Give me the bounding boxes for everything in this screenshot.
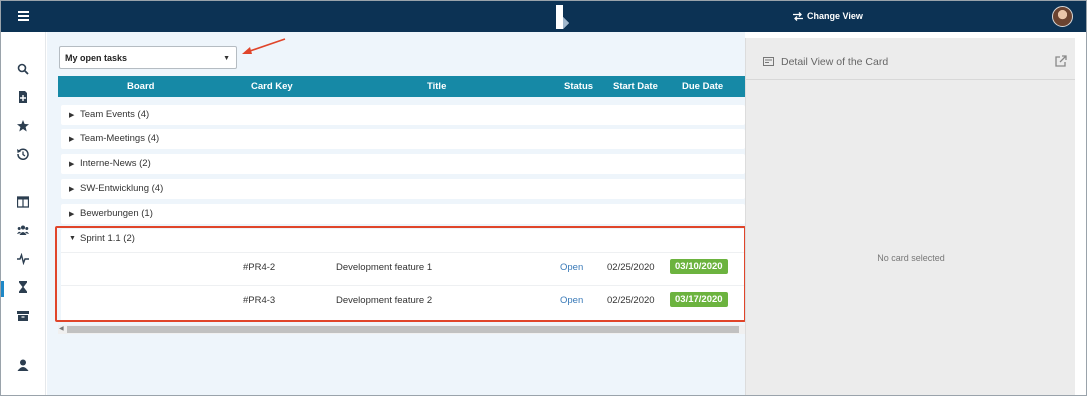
scrollbar-thumb[interactable] xyxy=(67,326,739,333)
col-start-date[interactable]: Start Date xyxy=(613,81,658,92)
group-row[interactable]: ▶ Interne-News (2) xyxy=(61,154,745,174)
highlight-box xyxy=(55,226,746,322)
group-row[interactable]: ▶ Bewerbungen (1) xyxy=(61,204,745,224)
window-edge xyxy=(1075,32,1086,395)
app-logo xyxy=(556,5,569,29)
col-board[interactable]: Board xyxy=(127,81,154,92)
task-filter-select[interactable]: My open tasks ▼ xyxy=(59,46,237,69)
horizontal-scrollbar[interactable]: ◀ xyxy=(58,325,745,334)
expand-icon: ▶ xyxy=(69,186,75,193)
main-panel: My open tasks ▼ Board Card Key Title Sta… xyxy=(47,32,746,395)
col-card-key[interactable]: Card Key xyxy=(251,81,293,92)
user-avatar[interactable] xyxy=(1052,6,1073,27)
annotation-arrow-icon xyxy=(242,38,286,54)
col-status[interactable]: Status xyxy=(564,81,593,92)
change-view-button[interactable]: Change View xyxy=(793,11,863,21)
expand-icon: ▶ xyxy=(69,161,75,168)
col-due-date[interactable]: Due Date xyxy=(682,81,723,92)
col-title[interactable]: Title xyxy=(427,81,446,92)
star-icon[interactable] xyxy=(16,119,30,133)
group-label: SW-Entwicklung (4) xyxy=(80,183,164,194)
expand-icon: ▶ xyxy=(69,112,75,119)
add-card-icon[interactable] xyxy=(16,90,30,104)
detail-title: Detail View of the Card xyxy=(781,56,889,68)
search-icon[interactable] xyxy=(16,62,30,76)
archive-icon[interactable] xyxy=(16,309,30,323)
caret-down-icon: ▼ xyxy=(223,55,230,62)
expand-icon: ▶ xyxy=(69,211,75,218)
history-icon[interactable] xyxy=(16,147,30,161)
activity-icon[interactable] xyxy=(16,252,30,266)
swap-icon xyxy=(793,11,803,21)
group-label: Team-Meetings (4) xyxy=(80,133,160,144)
top-bar: Change View xyxy=(1,1,1086,32)
hourglass-icon[interactable] xyxy=(16,280,30,294)
active-indicator xyxy=(1,281,4,297)
external-link-icon[interactable] xyxy=(1055,55,1067,67)
detail-panel: Detail View of the Card No card selected xyxy=(745,38,1076,395)
group-row[interactable]: ▶ Team Events (4) xyxy=(61,105,745,125)
group-label: Bewerbungen (1) xyxy=(80,208,153,219)
task-filter-value: My open tasks xyxy=(65,53,128,63)
table-header: Board Card Key Title Status Start Date D… xyxy=(58,76,745,97)
user-icon[interactable] xyxy=(16,358,30,372)
group-row[interactable]: ▶ Team-Meetings (4) xyxy=(61,129,745,149)
group-label: Interne-News (2) xyxy=(80,158,151,169)
scroll-left-icon[interactable]: ◀ xyxy=(59,325,64,332)
menu-icon[interactable] xyxy=(18,11,29,21)
expand-icon: ▶ xyxy=(69,136,75,143)
change-view-label: Change View xyxy=(807,11,863,21)
group-label: Team Events (4) xyxy=(80,109,150,120)
board-icon[interactable] xyxy=(16,195,30,209)
team-icon[interactable] xyxy=(16,223,30,237)
empty-state-text: No card selected xyxy=(877,253,945,263)
card-icon xyxy=(763,57,774,66)
group-row[interactable]: ▶ SW-Entwicklung (4) xyxy=(61,179,745,199)
detail-header: Detail View of the Card xyxy=(746,38,1076,80)
sidebar xyxy=(1,32,46,395)
